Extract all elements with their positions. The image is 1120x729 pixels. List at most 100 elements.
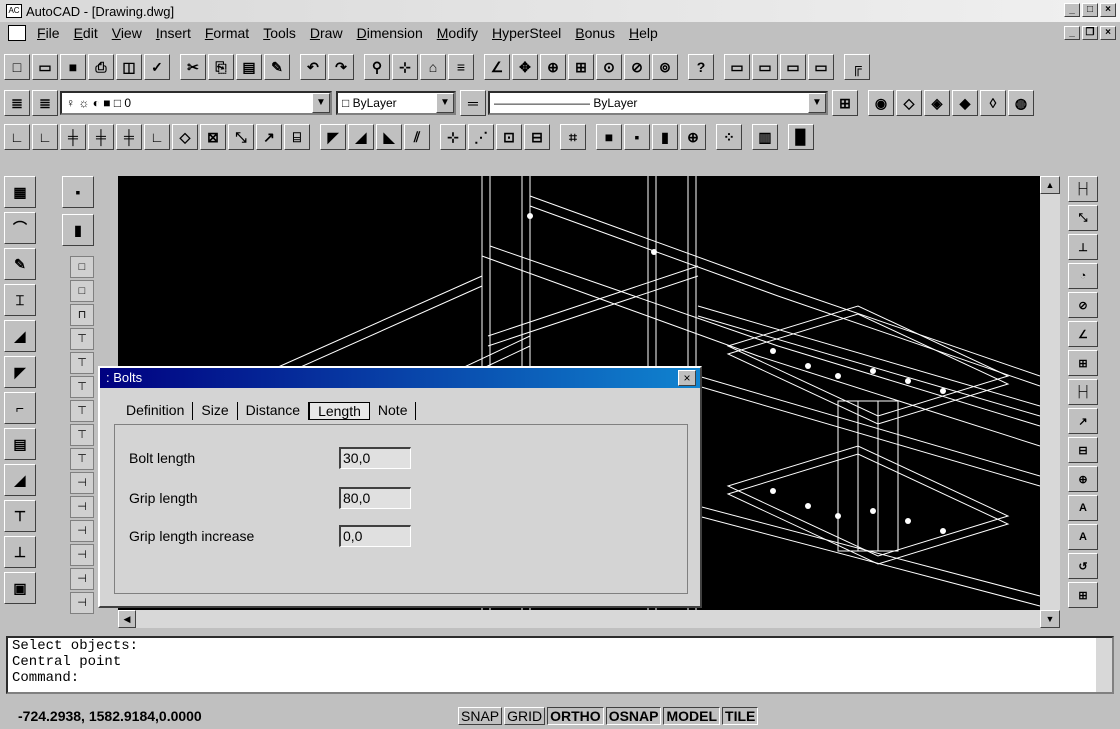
column-3-icon[interactable]: ╪ [116,124,142,150]
tab-distance[interactable]: Distance [238,402,310,420]
autocad-app-icon[interactable]: AC [6,4,22,18]
doc-close-button[interactable]: × [1100,26,1116,40]
steel-tool-icon[interactable]: ╔ [844,54,870,80]
solid-cone-icon[interactable]: ◆ [952,90,978,116]
column-2-icon[interactable]: ╪ [88,124,114,150]
menu-view[interactable]: View [105,25,149,41]
center-mark-icon[interactable]: ⊕ [1068,466,1098,492]
scroll-up-icon[interactable]: ▲ [1040,176,1060,194]
menu-modify[interactable]: Modify [430,25,485,41]
dim-style-icon[interactable]: ⊞ [1068,582,1098,608]
bolt-length-input[interactable]: 30,0 [339,447,411,469]
match-properties-icon[interactable]: ✎ [264,54,290,80]
bevel-icon[interactable]: ◣ [376,124,402,150]
view-top-icon[interactable]: ▭ [724,54,750,80]
polyline-icon[interactable]: ⌒ [4,212,36,244]
tab-definition[interactable]: Definition [118,402,194,420]
make-current-layer-icon[interactable]: ≣ [32,90,58,116]
menu-hypersteel[interactable]: HyperSteel [485,25,568,41]
small-tool-icon[interactable]: ⊤ [70,424,94,446]
angle-icon[interactable]: ∟ [144,124,170,150]
dialog-close-button[interactable]: × [678,370,696,386]
bent-plate-icon[interactable]: ◇ [172,124,198,150]
ucs-icon[interactable]: ⌂ [420,54,446,80]
detail-icon[interactable]: ⌗ [560,124,586,150]
small-tool-icon[interactable]: ⊤ [70,328,94,350]
command-scrollbar[interactable] [1096,638,1112,692]
small-tool-icon[interactable]: ⊓ [70,304,94,326]
joint-icon[interactable]: ▪ [62,176,94,208]
zoom-window-icon[interactable]: ⊕ [540,54,566,80]
quick-dim-icon[interactable]: ⊞ [1068,350,1098,376]
dim-update-icon[interactable]: ↺ [1068,553,1098,579]
document-icon[interactable] [8,25,26,41]
close-button[interactable]: × [1100,3,1116,17]
split-icon[interactable]: ⊡ [496,124,522,150]
zoom-realtime-icon[interactable]: ⊞ [568,54,594,80]
tolerance-icon[interactable]: ⊟ [1068,437,1098,463]
model-toggle[interactable]: MODEL [663,706,721,725]
chevron-down-icon[interactable]: ▼ [808,93,826,113]
menu-tools[interactable]: Tools [256,25,303,41]
menu-file[interactable]: File [30,25,67,41]
solid-torus-icon[interactable]: ◍ [1008,90,1034,116]
snap-toggle[interactable]: SNAP [458,706,503,725]
small-tool-icon[interactable]: ⊣ [70,520,94,542]
plate-tool-icon[interactable]: ◢ [4,320,36,352]
layer-manager-icon[interactable]: ≣ [4,90,30,116]
linetype-icon[interactable]: ═ [460,90,486,116]
small-tool-icon[interactable]: ⊣ [70,592,94,614]
solid-sphere-icon[interactable]: ◊ [980,90,1006,116]
linear-dim-icon[interactable]: ├┤ [1068,176,1098,202]
scroll-left-icon[interactable]: ◀ [118,610,136,628]
pan-icon[interactable]: ✥ [512,54,538,80]
joint-2-icon[interactable]: ▮ [62,214,94,246]
spell-icon[interactable]: ✓ [144,54,170,80]
save-icon[interactable]: ■ [60,54,86,80]
preview-icon[interactable]: ◫ [116,54,142,80]
menu-help[interactable]: Help [622,25,665,41]
grid-toggle[interactable]: GRID [504,706,546,725]
ortho-toggle[interactable]: ORTHO [547,706,604,725]
tile-toggle[interactable]: TILE [722,706,759,725]
plate-icon[interactable]: ◤ [320,124,346,150]
tab-note[interactable]: Note [370,402,417,420]
menu-draw[interactable]: Draw [303,25,350,41]
inquiry-icon[interactable]: ≡ [448,54,474,80]
chevron-down-icon[interactable]: ▼ [436,93,454,113]
aligned-dim-icon[interactable]: ⤡ [1068,205,1098,231]
column-icon[interactable]: ╪ [60,124,86,150]
minimize-button[interactable]: _ [1064,3,1080,17]
tab-size[interactable]: Size [193,402,238,420]
layer-dropdown[interactable]: ♀ ☼ ◐ ■ □ 0 ▼ [60,91,332,115]
dim-text-edit-icon[interactable]: A [1068,524,1098,550]
menu-insert[interactable]: Insert [149,25,198,41]
new-icon[interactable]: □ [4,54,30,80]
dim-edit-icon[interactable]: A [1068,495,1098,521]
object-snap-icon[interactable]: ⊹ [392,54,418,80]
arrow-icon[interactable]: ↗ [256,124,282,150]
doc-minimize-button[interactable]: _ [1064,26,1080,40]
leader-icon[interactable]: ↗ [1068,408,1098,434]
mark-2-icon[interactable]: ▪ [624,124,650,150]
copy-icon[interactable]: ⎘ [208,54,234,80]
menu-edit[interactable]: Edit [67,25,105,41]
view-back-icon[interactable]: ▭ [808,54,834,80]
small-tool-icon[interactable]: □ [70,280,94,302]
edit-icon[interactable]: ✎ [4,248,36,280]
brace-icon[interactable]: ⤡ [228,124,254,150]
view-front-icon[interactable]: ▭ [752,54,778,80]
small-tool-icon[interactable]: ⊤ [70,376,94,398]
corner-icon[interactable]: ⌐ [4,392,36,424]
small-tool-icon[interactable]: ⊣ [70,568,94,590]
doc-restore-button[interactable]: ❐ [1082,26,1098,40]
hatch-icon[interactable]: ▦ [4,176,36,208]
maximize-button[interactable]: □ [1082,3,1098,17]
help-icon[interactable]: ? [688,54,714,80]
zoom-in-icon[interactable]: ⊙ [596,54,622,80]
tool-icon[interactable]: ⊤ [4,500,36,532]
section-icon[interactable]: ⊟ [524,124,550,150]
zoom-previous-icon[interactable]: ⊘ [624,54,650,80]
grip-length-increase-input[interactable]: 0,0 [339,525,411,547]
menu-dimension[interactable]: Dimension [350,25,430,41]
